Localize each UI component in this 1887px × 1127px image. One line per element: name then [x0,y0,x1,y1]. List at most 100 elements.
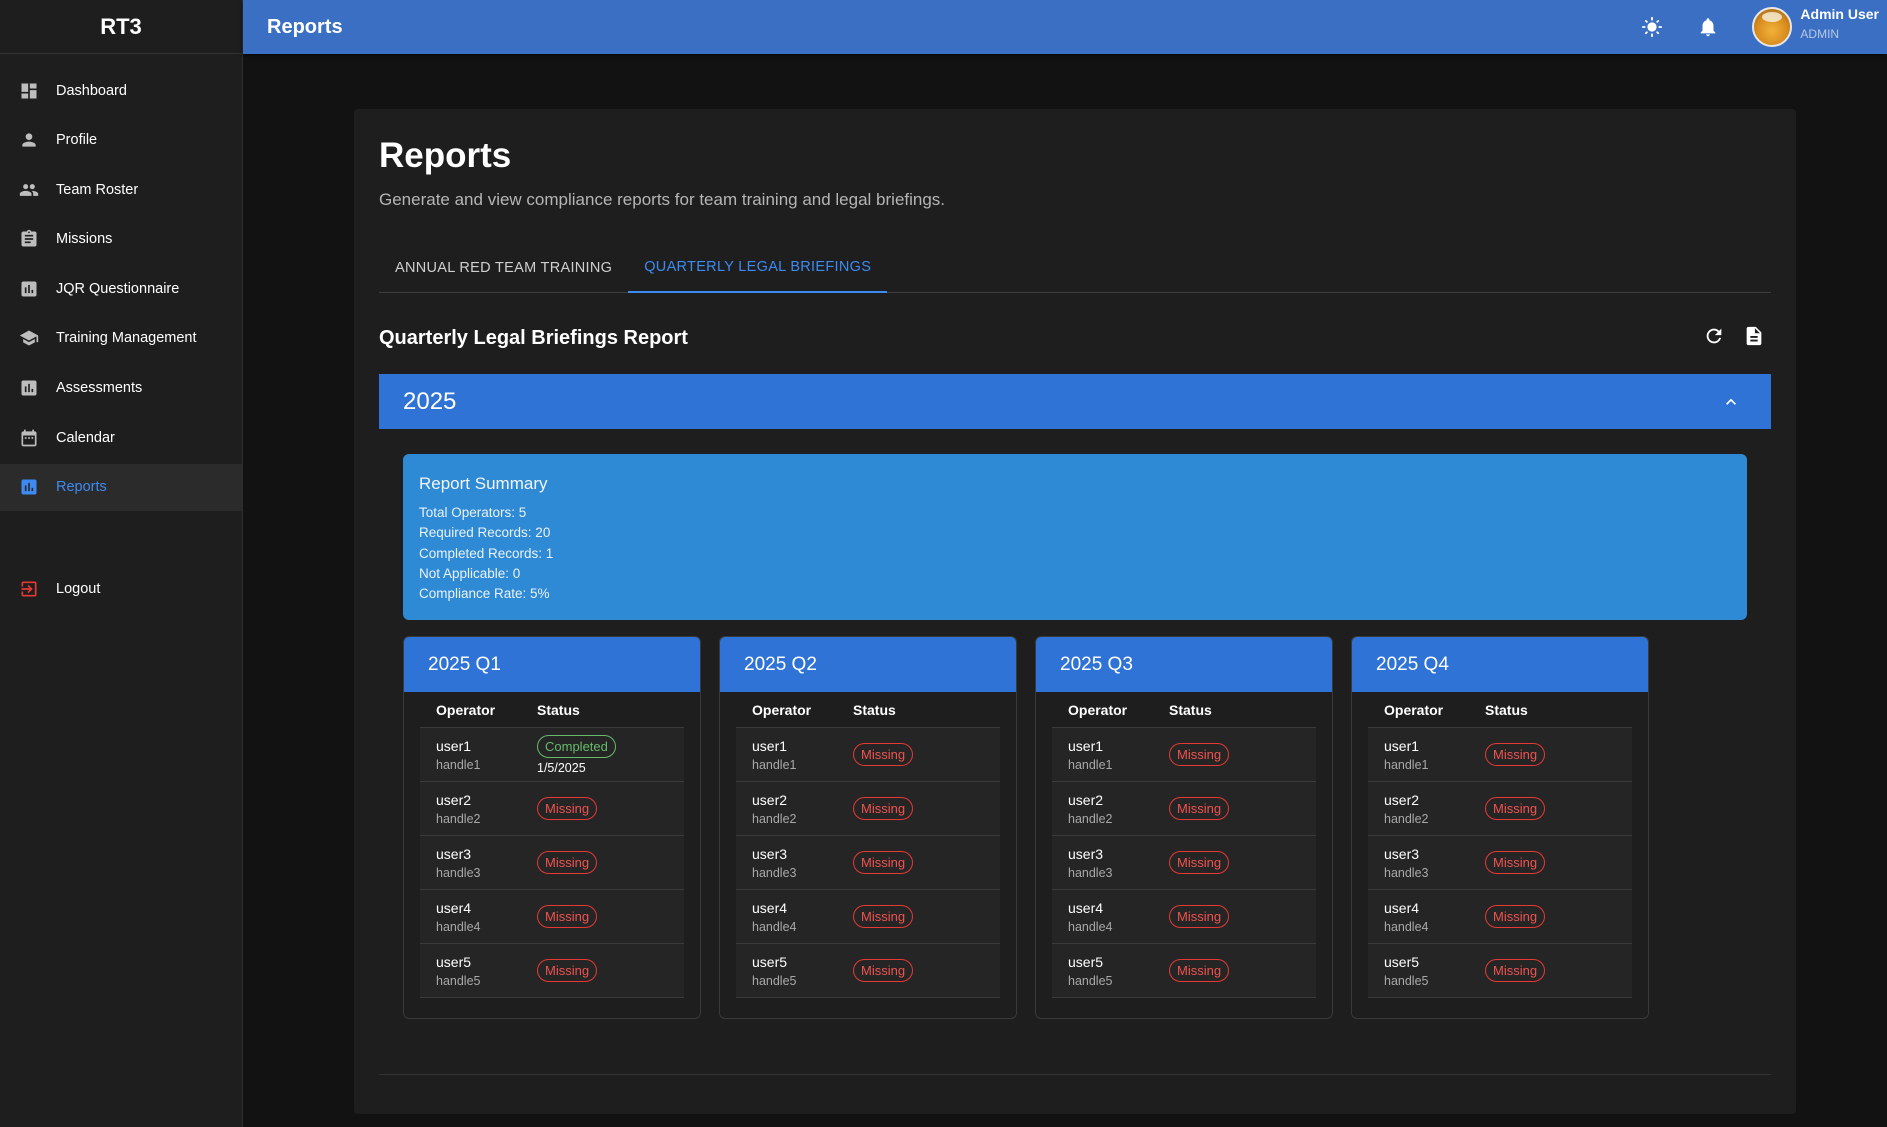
sidebar-nav: Dashboard Profile Team Roster Missions J… [0,54,242,511]
status-badge: Missing [537,851,598,874]
refresh-icon[interactable] [1702,324,1726,348]
table-row: user2 handle2 Missing [736,782,1000,836]
user-name: Admin User [1800,5,1879,22]
notifications-bell-icon[interactable] [1696,15,1720,39]
logout-button[interactable]: Logout [0,565,242,612]
operator-handle: handle2 [436,811,481,826]
table-row: user4 handle4 Missing [1368,890,1632,944]
quarter-table: Operator Status user1 handle1 Missing use… [1052,692,1316,998]
quarter-card-q4: 2025 Q4 Operator Status user1 handle1 Mis… [1351,636,1649,1019]
operator-handle: handle5 [1068,973,1113,988]
operator-handle: handle1 [1384,757,1429,772]
theme-toggle-icon[interactable] [1640,15,1664,39]
bar-chart-icon [19,477,39,497]
sidebar-item-label: Missions [56,231,113,248]
tab-quarterly-legal-briefings[interactable]: QUARTERLY LEGAL BRIEFINGS [628,243,888,293]
sidebar-item-label: JQR Questionnaire [56,280,180,297]
sidebar-item-label: Assessments [56,380,143,397]
sidebar-item-calendar[interactable]: Calendar [0,414,242,461]
quarter-title: 2025 Q3 [1036,637,1332,692]
operator-handle: handle4 [1384,919,1429,934]
sidebar-item-jqr-questionnaire[interactable]: JQR Questionnaire [0,265,242,312]
sidebar-item-team-roster[interactable]: Team Roster [0,166,242,213]
report-tabs: ANNUAL RED TEAM TRAINING QUARTERLY LEGAL… [379,243,1771,293]
sidebar-item-missions[interactable]: Missions [0,216,242,263]
quarter-title: 2025 Q1 [404,637,700,692]
status-badge: Missing [1485,905,1546,928]
section-title: Quarterly Legal Briefings Report [379,327,688,349]
report-actions [1686,324,1766,348]
operator-column-header: Operator [1068,701,1128,718]
operator-column-header: Operator [752,701,812,718]
sidebar-item-label: Training Management [56,330,197,347]
operator-handle: handle1 [1068,757,1113,772]
quarter-table: Operator Status user1 handle1 Missing use… [1368,692,1632,998]
summary-title: Report Summary [419,474,548,493]
sidebar-item-training-management[interactable]: Training Management [0,315,242,362]
summary-completed-records: Completed Records: 1 [419,545,554,561]
year-accordion-header[interactable]: 2025 [379,374,1771,429]
sidebar-item-dashboard[interactable]: Dashboard [0,67,242,114]
export-document-icon[interactable] [1742,324,1766,348]
person-icon [19,130,39,150]
status-badge: Missing [1169,797,1230,820]
user-info[interactable]: Admin User ADMIN [1800,6,1879,41]
status-badge: Missing [853,743,914,766]
operator-name: user4 [1068,899,1104,916]
sidebar-item-label: Dashboard [56,82,127,99]
year-label: 2025 [403,387,457,415]
bar-chart-icon [19,378,39,398]
status-badge: Missing [1169,959,1230,982]
sidebar-item-assessments[interactable]: Assessments [0,365,242,412]
table-row: user2 handle2 Missing [420,782,684,836]
status-badge: Missing [1169,743,1230,766]
table-header: Operator Status [1052,692,1316,728]
operator-name: user2 [436,791,472,808]
quarter-table: Operator Status user1 handle1 Completed 1/… [420,692,684,998]
status-badge: Missing [1485,959,1546,982]
operator-name: user1 [1068,737,1104,754]
status-column-header: Status [853,701,896,718]
quarter-cards: 2025 Q1 Operator Status user1 handle1 Com… [403,636,1667,1019]
brand-logo[interactable]: RT3 [0,0,242,54]
sidebar-item-label: Profile [56,132,98,149]
operator-name: user2 [1068,791,1104,808]
status-badge: Missing [853,959,914,982]
operator-name: user3 [1068,845,1104,862]
page-subtitle: Generate and view compliance reports for… [379,190,946,209]
table-header: Operator Status [420,692,684,728]
table-header: Operator Status [1368,692,1632,728]
chevron-up-icon[interactable] [1721,392,1741,412]
reports-card: Reports Generate and view compliance rep… [354,109,1796,1114]
table-row: user4 handle4 Missing [1052,890,1316,944]
calendar-icon [19,428,39,448]
summary-required-records: Required Records: 20 [419,525,551,541]
sidebar-item-reports[interactable]: Reports [0,463,242,511]
table-row: user1 handle1 Completed 1/5/2025 [420,728,684,782]
operator-name: user5 [436,953,472,970]
quarter-title: 2025 Q2 [720,637,1016,692]
operator-handle: handle3 [1068,865,1113,880]
quarter-table: Operator Status user1 handle1 Missing use… [736,692,1000,998]
operator-column-header: Operator [1384,701,1444,718]
status-badge: Missing [537,959,598,982]
table-row: user1 handle1 Missing [736,728,1000,782]
table-row: user1 handle1 Missing [1368,728,1632,782]
tab-annual-red-team-training[interactable]: ANNUAL RED TEAM TRAINING [379,243,628,293]
operator-name: user5 [1068,953,1104,970]
user-avatar[interactable] [1752,7,1793,47]
operator-name: user4 [1384,899,1420,916]
logout-icon [19,579,39,599]
sidebar-item-profile[interactable]: Profile [0,117,242,164]
status-badge: Missing [537,797,598,820]
top-app-bar: Reports Admin User ADMIN [243,0,1887,54]
operator-handle: handle1 [436,757,481,772]
status-badge: Missing [853,797,914,820]
table-row: user5 handle5 Missing [420,944,684,998]
operator-column-header: Operator [436,701,496,718]
dashboard-icon [19,81,39,101]
logout-label: Logout [56,580,101,597]
table-row: user3 handle3 Missing [736,836,1000,890]
summary-compliance-rate: Compliance Rate: 5% [419,586,550,602]
operator-handle: handle4 [1068,919,1113,934]
